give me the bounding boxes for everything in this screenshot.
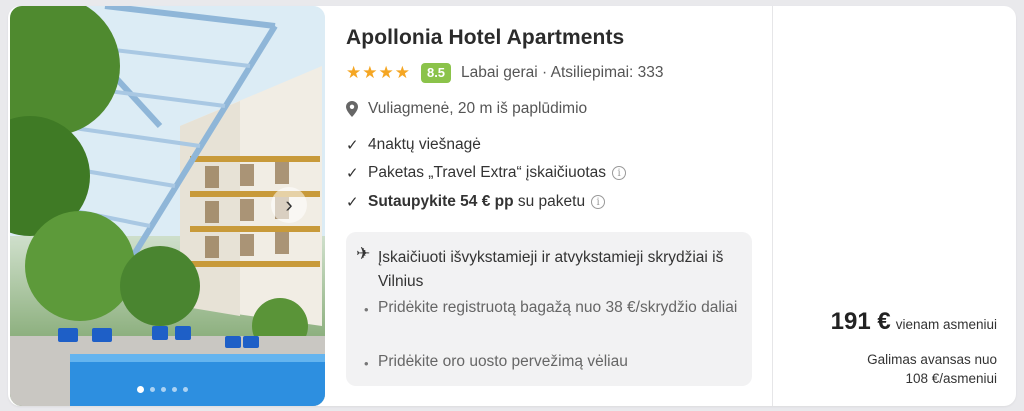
price-per-person: vienam asmeniui xyxy=(895,317,997,332)
price-column[interactable]: 191 € vienam asmeniui Galimas avansas nu… xyxy=(772,6,1016,406)
flights-included-text: Įskaičiuoti išvykstamieji ir atvykstamie… xyxy=(378,249,724,290)
rating-text[interactable]: Labai gerai · Atsiliepimai: 333 xyxy=(461,64,663,82)
gallery-dot[interactable] xyxy=(150,387,155,392)
transfer-text: Pridėkite oro uosto pervežimą vėliau xyxy=(378,353,628,370)
chevron-right-icon: › xyxy=(285,192,293,217)
baggage-text: Pridėkite registruotą bagažą nuo 38 €/sk… xyxy=(378,299,738,316)
savings-amount: Sutaupykite 54 € pp xyxy=(368,193,514,210)
gallery-dots xyxy=(137,386,188,393)
check-icon: ✓ xyxy=(346,194,359,211)
info-icon[interactable]: i xyxy=(591,195,606,209)
location-pin-icon xyxy=(346,101,358,117)
star-rating-icon: ★★★★ xyxy=(346,63,411,82)
gallery-dot[interactable] xyxy=(137,386,144,393)
flight-box: ✈ Įskaičiuoti išvykstamieji ir atvykstam… xyxy=(346,232,752,386)
feature-savings: ✓ Sutaupykite 54 € pp su paketu i xyxy=(346,193,606,211)
feature-package: ✓ Paketas „Travel Extra“ įskaičiuotas i xyxy=(346,164,627,182)
feature-nights-text: 4naktų viešnagė xyxy=(368,136,481,153)
airplane-icon: ✈ xyxy=(356,244,371,263)
deposit-line-1: Galimas avansas nuo xyxy=(867,352,997,367)
bullet-icon: • xyxy=(364,302,369,317)
check-icon: ✓ xyxy=(346,165,359,182)
location-text: Vuliagmenė, 20 m iš paplūdimio xyxy=(368,100,588,117)
hotel-info: Apollonia Hotel Apartments ★★★★ 8.5 Laba… xyxy=(346,6,766,406)
score-badge: 8.5 xyxy=(420,63,452,83)
gallery-dot[interactable] xyxy=(172,387,177,392)
feature-package-text: Paketas „Travel Extra“ įskaičiuotas xyxy=(368,164,607,181)
price-amount: 191 € xyxy=(830,308,891,335)
check-icon: ✓ xyxy=(346,137,359,154)
location-row: Vuliagmenė, 20 m iš paplūdimio xyxy=(346,100,587,118)
deposit-line-2: 108 €/asmeniui xyxy=(905,371,997,386)
hotel-card[interactable]: › Apollonia Hotel Apartments ★★★★ 8.5 La… xyxy=(8,6,1016,406)
info-icon[interactable]: i xyxy=(612,166,627,180)
deposit-info: Galimas avansas nuo 108 €/asmeniui xyxy=(867,350,997,388)
hotel-photo[interactable]: › xyxy=(10,6,325,406)
gallery-next-button[interactable]: › xyxy=(271,187,307,223)
gallery-dot[interactable] xyxy=(161,387,166,392)
savings-rest: su paketu xyxy=(513,193,586,210)
hotel-name[interactable]: Apollonia Hotel Apartments xyxy=(346,26,624,50)
rating-row: ★★★★ 8.5 Labai gerai · Atsiliepimai: 333 xyxy=(346,62,664,84)
feature-nights: ✓ 4naktų viešnagė xyxy=(346,136,481,154)
gallery-dot[interactable] xyxy=(183,387,188,392)
bullet-icon: • xyxy=(364,356,369,371)
price-line: 191 € vienam asmeniui xyxy=(831,308,997,336)
